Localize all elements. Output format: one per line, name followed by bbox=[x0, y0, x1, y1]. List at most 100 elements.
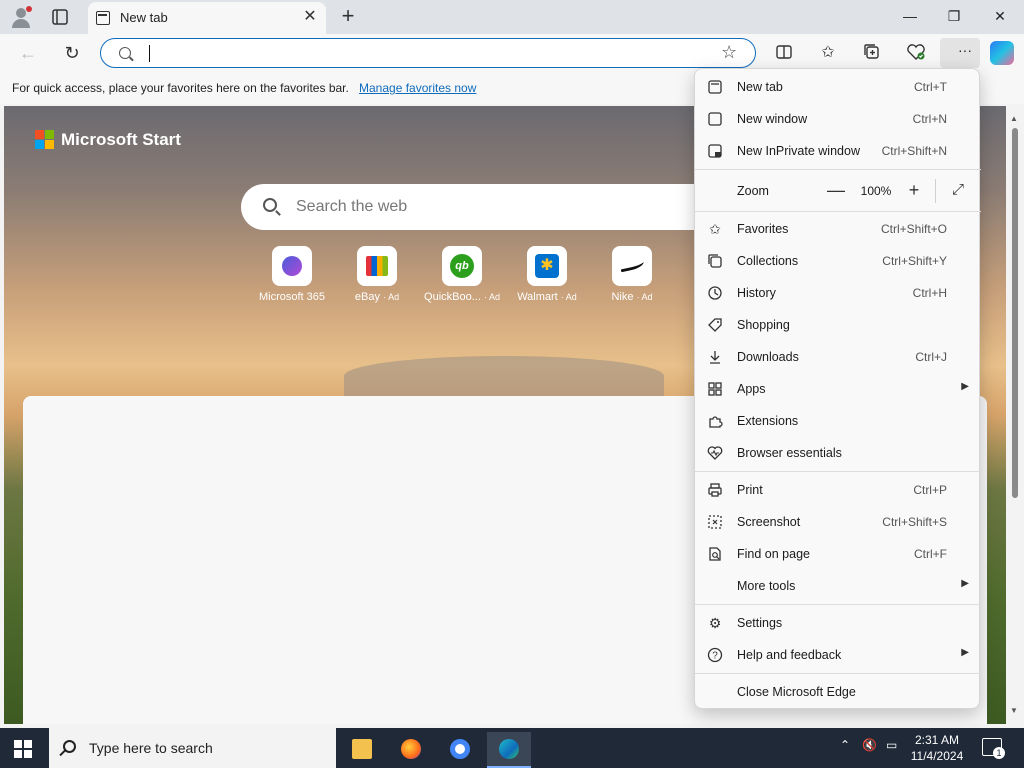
scroll-down-icon[interactable]: ▼ bbox=[1010, 706, 1018, 715]
menu-item-downloads[interactable]: Downloads Ctrl+J bbox=[695, 341, 981, 373]
menu-item-apps[interactable]: Apps ▶ bbox=[695, 373, 981, 405]
menu-item-new-window[interactable]: New window Ctrl+N bbox=[695, 103, 981, 135]
menu-item-new-tab[interactable]: New tab Ctrl+T bbox=[695, 71, 981, 103]
menu-item-screenshot[interactable]: Screenshot Ctrl+Shift+S bbox=[695, 506, 981, 538]
address-bar[interactable]: ☆ bbox=[100, 38, 756, 68]
quick-link-tile[interactable]: ✱ Walmart · Ad bbox=[505, 246, 589, 306]
quick-link-tile[interactable]: qb QuickBoo... · Ad bbox=[420, 246, 504, 306]
menu-item-label: Extensions bbox=[737, 414, 799, 428]
volume-muted-icon[interactable]: 🔇 bbox=[862, 738, 877, 752]
taskbar: Type here to search ⌃ 🔇 ▭ 2:31 AM 11/4/2… bbox=[0, 728, 1024, 768]
menu-item-settings[interactable]: ⚙ Settings bbox=[695, 607, 981, 639]
menu-item-label: Settings bbox=[737, 616, 783, 630]
favorites-bar-message: For quick access, place your favorites h… bbox=[12, 81, 349, 95]
menu-item-shopping[interactable]: Shopping bbox=[695, 309, 981, 341]
quick-link-tile[interactable]: Microsoft 365 bbox=[250, 246, 334, 306]
taskbar-search-box[interactable]: Type here to search bbox=[49, 728, 336, 768]
back-button[interactable]: ← bbox=[18, 43, 38, 63]
browser-essentials-icon[interactable] bbox=[906, 43, 926, 63]
tile-label: Walmart bbox=[517, 291, 558, 303]
menu-item-shortcut: Ctrl+N bbox=[912, 112, 947, 126]
web-search-box[interactable]: Search the web bbox=[241, 184, 721, 230]
split-screen-icon[interactable] bbox=[774, 43, 794, 63]
quick-link-tile[interactable]: eBay · Ad bbox=[335, 246, 419, 306]
menu-item-shortcut: Ctrl+H bbox=[912, 286, 947, 300]
add-favorite-icon[interactable]: ☆ bbox=[721, 42, 737, 63]
new-tab-button[interactable]: + bbox=[336, 5, 360, 29]
menu-item-close-edge[interactable]: Close Microsoft Edge bbox=[695, 676, 981, 708]
tab-new-tab[interactable]: New tab ✕ bbox=[88, 2, 326, 34]
zoom-label: Zoom bbox=[737, 184, 769, 198]
menu-item-more-tools[interactable]: More tools ▶ bbox=[695, 570, 981, 602]
microsoft-logo-icon bbox=[35, 130, 55, 150]
menu-item-extensions[interactable]: Extensions bbox=[695, 405, 981, 437]
downloads-icon bbox=[707, 349, 723, 365]
scroll-up-icon[interactable]: ▲ bbox=[1010, 114, 1018, 123]
favorites-icon[interactable]: ✩ bbox=[818, 43, 838, 63]
file-explorer-icon[interactable] bbox=[340, 732, 384, 768]
menu-item-shortcut: Ctrl+Shift+O bbox=[880, 222, 947, 236]
menu-item-label: Find on page bbox=[737, 547, 810, 561]
page-scrollbar[interactable]: ▲ ▼ bbox=[1006, 106, 1024, 724]
menu-item-print[interactable]: Print Ctrl+P bbox=[695, 474, 981, 506]
edge-icon[interactable] bbox=[487, 732, 531, 768]
background-mountain bbox=[344, 356, 664, 396]
tab-actions-icon[interactable] bbox=[50, 7, 70, 27]
search-icon bbox=[119, 47, 131, 59]
inprivate-icon bbox=[707, 143, 723, 159]
menu-item-collections[interactable]: Collections Ctrl+Shift+Y bbox=[695, 245, 981, 277]
menu-item-history[interactable]: History Ctrl+H bbox=[695, 277, 981, 309]
manage-favorites-link[interactable]: Manage favorites now bbox=[359, 81, 476, 95]
menu-item-label: Print bbox=[737, 483, 763, 497]
submenu-arrow-icon: ▶ bbox=[961, 381, 969, 392]
notification-count: 1 bbox=[993, 747, 1005, 759]
menu-item-shortcut: Ctrl+Shift+N bbox=[881, 144, 947, 158]
print-icon bbox=[707, 482, 723, 498]
settings-and-more-button[interactable]: ··· bbox=[940, 38, 980, 68]
menu-item-help-and-feedback[interactable]: ? Help and feedback ▶ bbox=[695, 639, 981, 671]
zoom-in-button[interactable]: + bbox=[903, 179, 925, 201]
minimize-button[interactable]: — bbox=[902, 8, 918, 24]
quickbooks-icon: qb bbox=[450, 254, 474, 278]
system-clock[interactable]: 2:31 AM 11/4/2024 bbox=[906, 732, 968, 764]
profile-icon[interactable] bbox=[10, 6, 32, 28]
menu-divider bbox=[695, 604, 981, 605]
zoom-out-button[interactable]: — bbox=[825, 179, 847, 201]
help-icon: ? bbox=[707, 647, 723, 663]
quick-link-tile[interactable]: Nike · Ad bbox=[590, 246, 674, 306]
history-icon bbox=[707, 285, 723, 301]
notifications-icon[interactable]: 1 bbox=[982, 738, 1005, 759]
menu-zoom-row: Zoom — 100% + ⤢ bbox=[695, 173, 981, 209]
svg-text:?: ? bbox=[712, 651, 718, 662]
menu-item-find-on-page[interactable]: Find on page Ctrl+F bbox=[695, 538, 981, 570]
copilot-icon[interactable] bbox=[990, 41, 1014, 65]
network-icon[interactable]: ▭ bbox=[886, 738, 897, 752]
refresh-button[interactable]: ↻ bbox=[62, 43, 82, 63]
tab-close-button[interactable]: ✕ bbox=[302, 9, 318, 25]
chrome-icon[interactable] bbox=[438, 732, 482, 768]
windows-start-icon[interactable] bbox=[14, 740, 32, 758]
menu-item-browser-essentials[interactable]: Browser essentials bbox=[695, 437, 981, 469]
menu-item-label: Downloads bbox=[737, 350, 799, 364]
restore-button[interactable]: ❐ bbox=[946, 8, 962, 24]
menu-item-label: Favorites bbox=[737, 222, 789, 236]
scrollbar-thumb[interactable] bbox=[1012, 128, 1018, 498]
full-screen-icon[interactable]: ⤢ bbox=[947, 179, 969, 201]
apps-icon bbox=[707, 381, 723, 397]
menu-item-new-inprivate-window[interactable]: New InPrivate window Ctrl+Shift+N bbox=[695, 135, 981, 167]
collections-icon bbox=[707, 253, 723, 269]
clock-date: 11/4/2024 bbox=[910, 749, 964, 763]
menu-item-label: Collections bbox=[737, 254, 799, 268]
show-hidden-icons-icon[interactable]: ⌃ bbox=[840, 738, 850, 752]
firefox-icon[interactable] bbox=[389, 732, 433, 768]
menu-item-shortcut: Ctrl+J bbox=[915, 350, 947, 364]
search-icon bbox=[263, 198, 277, 212]
settings-and-more-menu: New tab Ctrl+T New window Ctrl+N New InP… bbox=[694, 68, 981, 709]
screenshot-icon bbox=[707, 514, 723, 530]
collections-icon[interactable] bbox=[862, 43, 882, 63]
ebay-icon bbox=[366, 256, 388, 276]
menu-item-label: Shopping bbox=[737, 318, 790, 332]
menu-item-favorites[interactable]: ✩ Favorites Ctrl+Shift+O bbox=[695, 213, 981, 245]
taskbar-search-placeholder: Type here to search bbox=[89, 740, 213, 756]
window-close-button[interactable]: ✕ bbox=[992, 8, 1008, 24]
